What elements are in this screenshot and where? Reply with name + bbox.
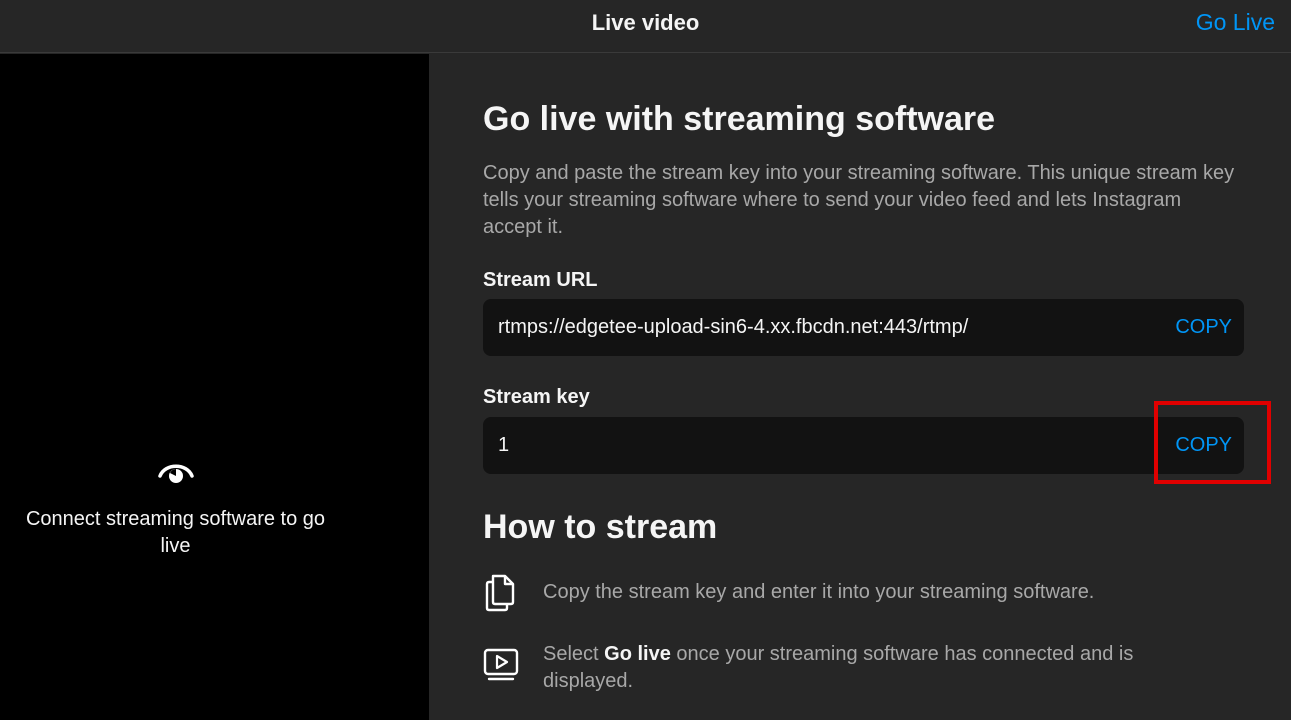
panel-heading: Go live with streaming software — [483, 100, 996, 138]
step-go-live-text: Select Go live once your streaming softw… — [543, 641, 1203, 695]
video-play-icon — [483, 648, 519, 681]
how-to-heading: How to stream — [483, 508, 718, 546]
stream-key-field: 1 COPY — [483, 417, 1244, 474]
stream-key-label: Stream key — [483, 386, 590, 408]
step-copy-text: Copy the stream key and enter it into yo… — [543, 581, 1095, 603]
page-title: Live video — [591, 10, 700, 35]
step-go-live-bold: Go live — [604, 643, 671, 665]
preview-message: Connect streaming software to go live — [25, 508, 326, 557]
highlight-box — [1154, 401, 1271, 484]
panel-description: Copy and paste the stream key into your … — [483, 162, 1235, 238]
video-preview: Connect streaming software to go live — [0, 54, 429, 720]
top-bar: Live video Go Live — [0, 0, 1291, 53]
go-live-button[interactable]: Go Live — [1196, 9, 1275, 36]
settings-panel: Go live with streaming software Copy and… — [429, 54, 1291, 720]
eye-icon — [158, 464, 194, 483]
stream-url-field: rtmps://edgetee-upload-sin6-4.xx.fbcdn.n… — [483, 299, 1244, 356]
stream-url-label: Stream URL — [483, 269, 598, 291]
copy-stream-url-button[interactable]: COPY — [1175, 316, 1232, 339]
step-go-live-prefix: Select — [543, 643, 605, 665]
copy-icon — [485, 574, 515, 612]
stream-url-value: rtmps://edgetee-upload-sin6-4.xx.fbcdn.n… — [498, 316, 969, 338]
stream-key-value: 1 — [498, 434, 510, 456]
